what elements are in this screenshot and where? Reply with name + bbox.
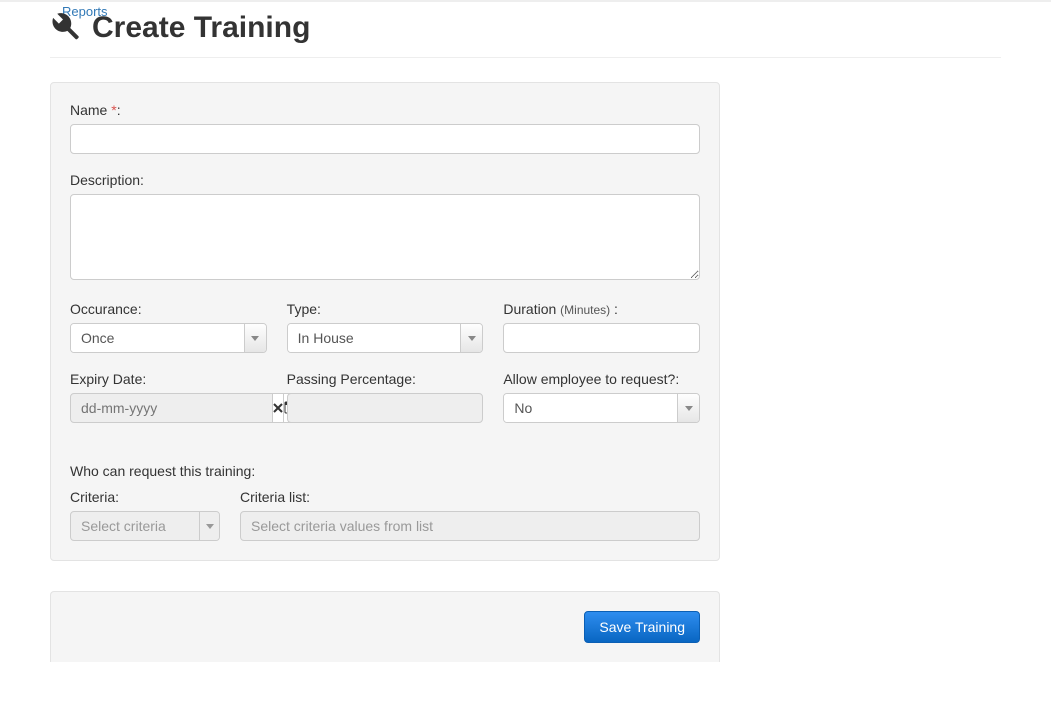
wrench-icon (50, 12, 80, 45)
name-label: Name *: (70, 102, 700, 118)
type-label: Type: (287, 301, 484, 317)
allow-request-select[interactable]: No (503, 393, 700, 423)
name-group: Name *: (70, 102, 700, 154)
duration-label: Duration (Minutes) : (503, 301, 700, 317)
passing-label: Passing Percentage: (287, 371, 484, 387)
chevron-down-icon (460, 324, 482, 352)
page-container: Reports Create Training Name *: Descript… (0, 2, 1051, 692)
type-select[interactable]: In House (287, 323, 484, 353)
criteria-list-label: Criteria list: (240, 489, 700, 505)
form-panel: Name *: Description: Occurance: Once Typ… (50, 82, 720, 561)
header-divider (50, 57, 1001, 58)
duration-sublabel: (Minutes) (560, 303, 610, 317)
type-value: In House (288, 324, 461, 352)
occurance-label: Occurance: (70, 301, 267, 317)
actions-panel: Save Training (50, 591, 720, 662)
page-title: Create Training (92, 11, 310, 45)
occurance-select[interactable]: Once (70, 323, 267, 353)
save-training-button[interactable]: Save Training (584, 611, 700, 643)
criteria-placeholder: Select criteria (71, 512, 199, 540)
passing-group: Passing Percentage: (287, 371, 484, 423)
allow-request-group: Allow employee to request?: No (503, 371, 700, 423)
description-label: Description: (70, 172, 700, 188)
name-input[interactable] (70, 124, 700, 154)
row-expiry-passing-allow: Expiry Date: Passing Pe (70, 371, 700, 441)
criteria-select[interactable]: Select criteria (70, 511, 220, 541)
description-group: Description: (70, 172, 700, 283)
criteria-list-input[interactable]: Select criteria values from list (240, 511, 700, 541)
description-textarea[interactable] (70, 194, 700, 280)
criteria-list-col: Criteria list: Select criteria values fr… (240, 489, 700, 541)
page-header: Create Training (50, 11, 1001, 45)
passing-input[interactable] (287, 393, 484, 423)
criteria-label: Criteria: (70, 489, 220, 505)
name-label-suffix: : (117, 102, 121, 118)
type-group: Type: In House (287, 301, 484, 353)
chevron-down-icon (677, 394, 699, 422)
duration-input[interactable] (503, 323, 700, 353)
expiry-date-picker (70, 393, 267, 423)
criteria-row: Criteria: Select criteria Criteria list:… (70, 489, 700, 541)
duration-suffix: : (610, 301, 618, 317)
chevron-down-icon (244, 324, 266, 352)
criteria-col: Criteria: Select criteria (70, 489, 220, 541)
occurance-group: Occurance: Once (70, 301, 267, 353)
close-icon (273, 401, 283, 416)
row-occurance-type-duration: Occurance: Once Type: In House Duration … (70, 301, 700, 371)
duration-label-text: Duration (503, 301, 560, 317)
duration-group: Duration (Minutes) : (503, 301, 700, 353)
expiry-label: Expiry Date: (70, 371, 267, 387)
chevron-down-icon (199, 512, 219, 540)
expiry-group: Expiry Date: (70, 371, 267, 423)
allow-request-label: Allow employee to request?: (503, 371, 700, 387)
expiry-clear-button[interactable] (273, 393, 284, 423)
expiry-input[interactable] (70, 393, 273, 423)
occurance-value: Once (71, 324, 244, 352)
name-label-text: Name (70, 102, 111, 118)
who-request-label: Who can request this training: (70, 463, 700, 479)
allow-request-value: No (504, 394, 677, 422)
